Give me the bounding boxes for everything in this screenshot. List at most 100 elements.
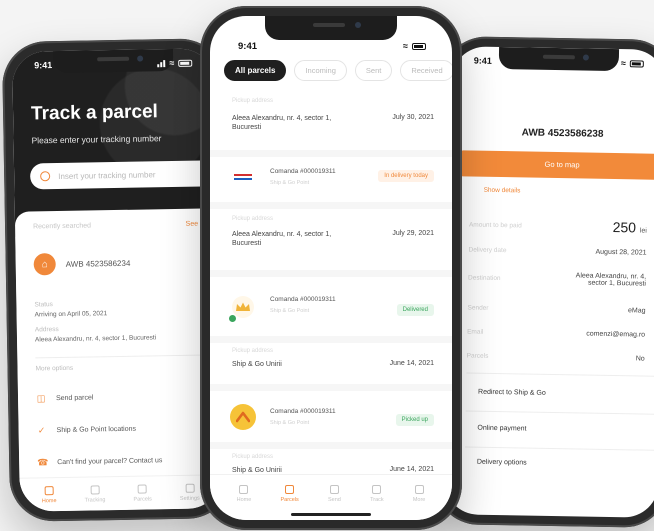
tab-received[interactable]: Received — [400, 60, 452, 81]
tab-home[interactable]: Home — [237, 484, 251, 503]
menu-item-send-parcel[interactable]: ◫ Send parcel — [36, 392, 94, 403]
feed-address: Ship & Go Unirii — [232, 361, 282, 368]
home-indicator — [291, 513, 371, 516]
menu-item-locations[interactable]: ✓ Ship & Go Point locations — [37, 424, 137, 436]
battery-icon — [178, 59, 193, 67]
recent-awb-item[interactable]: ⌂ AWB 4523586234 — [33, 252, 131, 276]
detail-row-parcels: Parcels No — [467, 352, 645, 362]
page-title: Track a parcel — [30, 101, 159, 125]
detail-value: 250 lei — [613, 219, 648, 236]
signal-icon — [157, 59, 166, 68]
check-icon — [228, 314, 237, 323]
menu-item-label: Send parcel — [55, 393, 94, 402]
feed-separator — [210, 202, 452, 209]
phones-mockup-scene: 9:41 ≈ Track a parcel Please enter your … — [0, 0, 654, 531]
tab-home[interactable]: Home — [41, 485, 57, 504]
go-to-map-button[interactable]: Go to map — [459, 150, 654, 180]
recent-section: Recently searched See all ⌂ AWB 45235862… — [14, 208, 222, 512]
more-options-label: More options — [35, 364, 74, 373]
tab-parcels[interactable]: Parcels — [280, 484, 299, 503]
tab-label: Tracking — [84, 496, 106, 504]
detail-value: August 28, 2021 — [595, 248, 647, 257]
tab-tracking[interactable]: Tracking — [84, 484, 106, 504]
tab-label: Track — [370, 496, 384, 503]
detail-row-sender: Sender eMag — [467, 304, 645, 314]
home-icon — [239, 484, 249, 494]
tab-label: Home — [41, 497, 57, 504]
tracking-icon — [90, 484, 100, 494]
tab-all-parcels[interactable]: All parcels — [224, 60, 287, 81]
order-subtitle: Ship & Go Point — [270, 420, 310, 426]
detail-value: No — [635, 355, 645, 363]
menu-item-contact[interactable]: ☎ Can't find your parcel? Contact us — [37, 455, 163, 468]
feed-muted-label: Pickup address — [232, 216, 274, 222]
status-icons: ≈ — [403, 41, 426, 51]
feed-separator — [210, 270, 452, 277]
order-title: Comanda #000019311 — [270, 168, 336, 175]
tab-label: Parcels — [133, 495, 152, 503]
divider — [465, 410, 654, 415]
parcel-icon — [137, 484, 148, 494]
redirect-link[interactable]: Redirect to Ship & Go — [478, 389, 546, 397]
detail-key: Amount to be paid — [468, 220, 522, 229]
wifi-icon: ≈ — [620, 58, 626, 69]
menu-item-label: Ship & Go Point locations — [56, 425, 137, 434]
menu-item-label: Can't find your parcel? Contact us — [57, 456, 163, 466]
search-icon — [40, 171, 51, 182]
status-time: 9:41 — [473, 55, 492, 66]
recent-header: Recently searched See all — [33, 220, 207, 230]
divider — [466, 372, 654, 377]
phone-right-screen: 9:41 ≈ AWB 4523586238 Go to map Show det… — [443, 46, 654, 518]
tab-track[interactable]: Track — [370, 484, 384, 503]
order-subtitle: Ship & Go Point — [270, 180, 310, 186]
status-icons: ≈ — [157, 58, 193, 69]
tab-send[interactable]: Send — [328, 484, 341, 503]
battery-icon — [412, 42, 426, 50]
status-badge: Delivered — [396, 304, 434, 316]
feed-separator — [210, 442, 452, 449]
status-badge: Picked up — [395, 414, 434, 426]
detail-row-date: Delivery date August 28, 2021 — [468, 246, 646, 256]
emag-logo-icon — [234, 174, 252, 180]
recent-label: Recently searched — [33, 222, 92, 231]
feed-muted-label: Pickup address — [232, 348, 274, 354]
tracking-icon — [372, 484, 382, 494]
filter-tabs: All parcels Incoming Sent Received — [224, 60, 452, 81]
delivery-options-link[interactable]: Delivery options — [477, 459, 527, 467]
feed-muted-label: Pickup address — [232, 454, 274, 460]
tab-incoming[interactable]: Incoming — [294, 60, 347, 81]
settings-icon — [185, 483, 195, 493]
tab-label: Settings — [179, 495, 200, 502]
address-text: Aleea Alexandru, nr. 4, sector 1, Bucure… — [34, 334, 157, 344]
tab-sent[interactable]: Sent — [354, 60, 393, 81]
phone-center-screen: 9:41 ≈ All parcels Incoming Sent Receive… — [210, 16, 452, 520]
tracking-number-input[interactable]: Insert your tracking number — [29, 160, 222, 190]
crown-logo-icon — [236, 302, 250, 311]
wifi-icon: ≈ — [403, 41, 408, 51]
online-payment-link[interactable]: Online payment — [477, 425, 526, 433]
feed-address: Aleea Alexandru, nr. 4, sector 1, Bucure… — [232, 115, 332, 132]
tab-settings[interactable]: Settings — [180, 483, 200, 501]
notch — [265, 16, 397, 40]
tab-more[interactable]: More — [413, 484, 425, 503]
awb-label: AWB 4523586234 — [65, 258, 131, 269]
phone-right: 9:41 ≈ AWB 4523586238 Go to map Show det… — [433, 35, 654, 529]
address-label: Address — [34, 326, 59, 334]
amount-value: 250 — [612, 218, 637, 236]
detail-key: Parcels — [466, 352, 489, 360]
detail-row-amount: Amount to be paid 250 lei — [469, 216, 647, 235]
tab-parcels[interactable]: Parcels — [133, 484, 152, 502]
tab-label: Parcels — [280, 496, 299, 503]
arriving-text: Arriving on April 05, 2021 — [34, 310, 108, 319]
feed-date: June 14, 2021 — [389, 360, 434, 367]
parcel-icon: ◫ — [36, 393, 46, 404]
parcel-feed: Pickup address Aleea Alexandru, nr. 4, s… — [210, 90, 452, 474]
battery-icon — [629, 59, 644, 68]
phone-left-screen: 9:41 ≈ Track a parcel Please enter your … — [12, 48, 222, 512]
show-details-link[interactable]: Show details — [484, 187, 521, 195]
tracking-input-placeholder: Insert your tracking number — [58, 169, 156, 181]
menu-icon — [414, 484, 424, 494]
status-time: 9:41 — [238, 40, 258, 52]
phone-left: 9:41 ≈ Track a parcel Please enter your … — [1, 38, 233, 522]
amount-unit: lei — [639, 227, 647, 235]
